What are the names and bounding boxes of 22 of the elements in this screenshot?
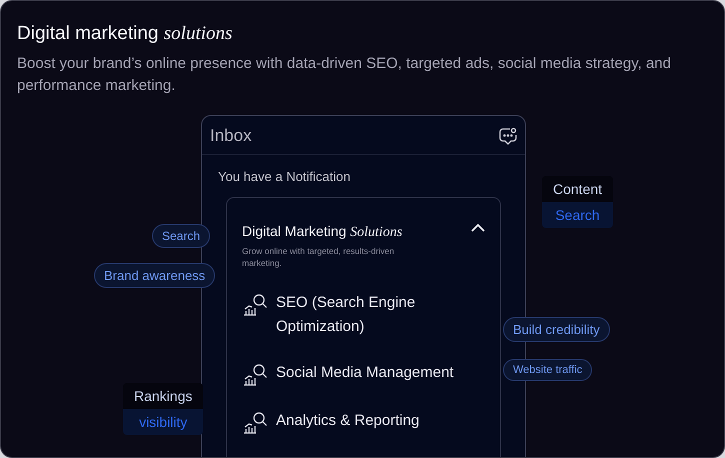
page-description: Boost your brand’s online presence with data-driven SEO, targeted ads, social media strategy, and performance marketing. bbox=[17, 54, 672, 96]
inbox-title: Inbox bbox=[210, 126, 252, 146]
page-title: Digital marketing solutions bbox=[17, 23, 234, 45]
keyword-label: Search bbox=[542, 202, 614, 228]
keyword-label: Rankings bbox=[123, 383, 204, 409]
keyword-label: Content bbox=[542, 176, 614, 202]
service-item: SEO (Search Engine Optimization) bbox=[276, 293, 416, 337]
service-item: Social Media Management bbox=[276, 363, 454, 383]
notification-text: You have a Notification bbox=[218, 169, 352, 184]
tag-pill: Website traffic bbox=[503, 359, 592, 381]
chat-bubble-icon[interactable] bbox=[499, 127, 517, 145]
keyword-label: visibility bbox=[123, 409, 204, 435]
card-title: Digital Marketing Solutions bbox=[242, 223, 402, 239]
tag-pill: Build credibility bbox=[503, 317, 610, 342]
chart-search-icon bbox=[242, 293, 268, 317]
chart-search-icon bbox=[242, 411, 268, 435]
service-item: Analytics & Reporting bbox=[276, 411, 420, 431]
chevron-up-icon[interactable] bbox=[470, 223, 486, 233]
tag-pill: Brand awareness bbox=[94, 263, 216, 288]
tag-pill: Search bbox=[152, 224, 210, 248]
card-subtitle: Grow online with targeted, results-driven marketing. bbox=[242, 245, 396, 269]
chart-search-icon bbox=[242, 363, 268, 387]
